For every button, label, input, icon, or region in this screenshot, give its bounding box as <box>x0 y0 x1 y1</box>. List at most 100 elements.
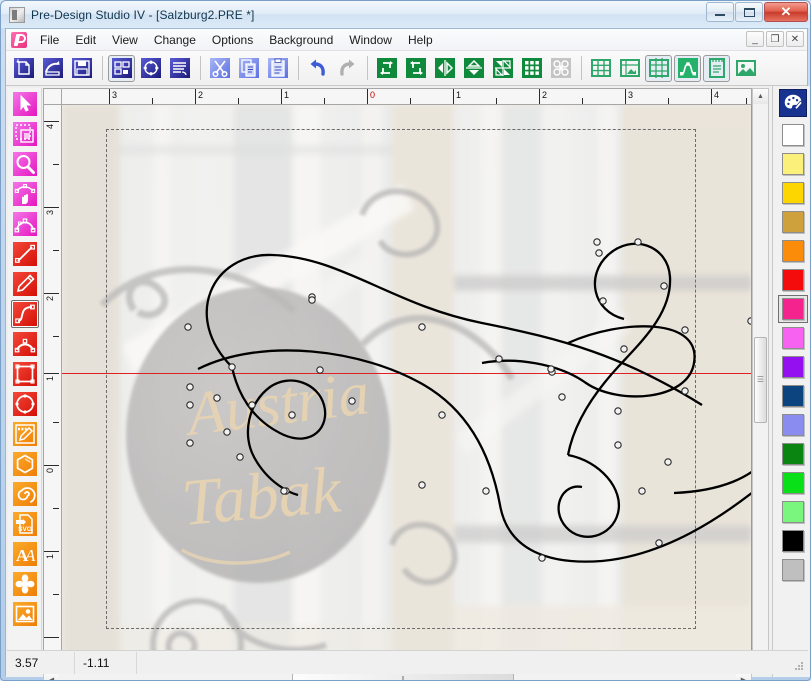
vertical-scroll-thumb[interactable]: ☰ <box>754 337 767 423</box>
open-document-button[interactable] <box>39 55 66 82</box>
notes-button[interactable] <box>703 54 730 82</box>
curve-path-right-loop <box>481 325 696 398</box>
ruler-origin-corner[interactable] <box>43 88 62 105</box>
menu-item-options[interactable]: Options <box>204 30 261 50</box>
swatch-navy[interactable] <box>778 382 808 410</box>
swatch-light-yellow[interactable] <box>778 150 808 178</box>
swatch-yellow[interactable] <box>778 179 808 207</box>
menu-item-file[interactable]: File <box>32 30 67 50</box>
grid-array-icon <box>521 58 542 78</box>
mdi-minimize-button[interactable]: _ <box>746 31 764 47</box>
hruler-label-0: 0 <box>370 90 376 100</box>
zoom-tool[interactable] <box>11 150 39 178</box>
svg-import-icon: SVG <box>12 512 37 536</box>
flip-vertical-button[interactable] <box>460 55 487 82</box>
svg-import-tool[interactable]: SVG <box>11 510 39 538</box>
swatch-magenta[interactable] <box>777 295 808 323</box>
swatch-color <box>781 385 804 407</box>
swatch-color <box>781 153 804 175</box>
status-bar: 3.57 -1.11 <box>7 650 808 674</box>
node-edit-tool[interactable] <box>11 180 39 208</box>
rotate-right-button[interactable] <box>402 55 429 82</box>
copy-button[interactable] <box>235 55 262 82</box>
swatch-purple[interactable] <box>778 353 808 381</box>
swatch-gold[interactable] <box>778 208 808 236</box>
text-tool[interactable]: A A <box>11 540 39 568</box>
vertical-ruler[interactable]: 4 3 2 1 0 1 <box>43 105 62 671</box>
marquee-select-tool[interactable] <box>11 120 39 148</box>
background-image-button[interactable] <box>732 55 759 82</box>
color-palette-button[interactable] <box>778 89 807 117</box>
menu-bar: File Edit View Change Options Background… <box>6 29 807 51</box>
swatch-dark-green[interactable] <box>778 440 808 468</box>
arrange-button[interactable] <box>108 54 135 82</box>
grid-icon <box>590 59 611 77</box>
spiral-tool[interactable] <box>11 480 39 508</box>
picture-frame-icon <box>12 602 37 626</box>
horizontal-ruler[interactable]: 3 2 1 0 1 2 3 4 <box>62 88 752 105</box>
menu-item-window[interactable]: Window <box>341 30 400 50</box>
menu-item-background[interactable]: Background <box>261 30 341 50</box>
polygon-tool[interactable] <box>11 450 39 478</box>
paste-button[interactable] <box>264 55 291 82</box>
window-minimize-button[interactable] <box>706 2 734 22</box>
design-canvas[interactable]: Austria Tabak <box>62 105 752 671</box>
scroll-up-button[interactable]: ▲ <box>753 89 768 104</box>
swatch-orange[interactable] <box>778 237 808 265</box>
notepad-icon <box>708 58 725 78</box>
swatch-red[interactable] <box>778 266 808 294</box>
resize-grip-icon[interactable] <box>793 660 805 672</box>
window-maximize-button[interactable] <box>735 2 763 22</box>
quadrant-mirror-button[interactable] <box>489 55 516 82</box>
reshape-curve-tool[interactable] <box>11 210 39 238</box>
mdi-close-button[interactable]: ✕ <box>786 31 804 47</box>
ellipse-tool[interactable] <box>11 390 39 418</box>
save-document-button[interactable] <box>68 55 95 82</box>
stitch-list-button[interactable] <box>166 55 193 82</box>
redo-button[interactable] <box>333 55 360 82</box>
cut-button[interactable] <box>206 55 233 82</box>
motif-tool[interactable] <box>11 570 39 598</box>
edit-design-tool[interactable] <box>11 420 39 448</box>
swatch-light-gray[interactable] <box>778 556 808 584</box>
window-controls: ✕ <box>706 2 808 22</box>
bezier-curve-tool[interactable] <box>10 300 39 328</box>
undo-button[interactable] <box>304 55 331 82</box>
select-tool[interactable] <box>11 90 39 118</box>
grid-image-button[interactable] <box>616 55 643 82</box>
swatch-black[interactable] <box>778 527 808 555</box>
show-grid-button[interactable] <box>587 55 614 82</box>
title-bar: Pre-Design Studio IV - [Salzburg2.PRE *]… <box>1 1 810 28</box>
new-document-icon <box>13 58 34 78</box>
window-close-button[interactable]: ✕ <box>764 2 808 22</box>
swatch-periwinkle[interactable] <box>778 411 808 439</box>
image-tool[interactable] <box>11 600 39 628</box>
guides-button[interactable] <box>645 54 672 82</box>
vector-curve-objects[interactable] <box>62 105 752 671</box>
horizontal-scroll-thumb[interactable]: ‖ <box>292 673 514 680</box>
canvas-vertical-scrollbar[interactable]: ▲ ☰ ▼ <box>752 88 769 671</box>
menu-item-help[interactable]: Help <box>400 30 441 50</box>
arrow-cursor-icon <box>12 92 37 116</box>
menu-item-edit[interactable]: Edit <box>67 30 104 50</box>
flip-horizontal-button[interactable] <box>431 55 458 82</box>
array-button[interactable] <box>518 55 545 82</box>
background-image-icon <box>735 60 756 76</box>
menu-item-change[interactable]: Change <box>146 30 204 50</box>
cluster-button[interactable] <box>547 55 574 82</box>
line-tool[interactable] <box>11 240 39 268</box>
rectangle-tool[interactable] <box>11 360 39 388</box>
mdi-restore-button[interactable]: ❐ <box>766 31 784 47</box>
pencil-tool[interactable] <box>11 270 39 298</box>
swatch-white[interactable] <box>778 121 808 149</box>
swatch-pink[interactable] <box>778 324 808 352</box>
curve-node-button[interactable] <box>674 54 701 82</box>
menu-item-view[interactable]: View <box>104 30 146 50</box>
swatch-light-green[interactable] <box>778 498 808 526</box>
swatch-green[interactable] <box>778 469 808 497</box>
new-document-button[interactable] <box>10 55 37 82</box>
shape-button[interactable] <box>137 55 164 82</box>
copy-pages-icon <box>238 58 259 78</box>
arc-tool[interactable] <box>11 330 39 358</box>
rotate-left-button[interactable] <box>373 55 400 82</box>
